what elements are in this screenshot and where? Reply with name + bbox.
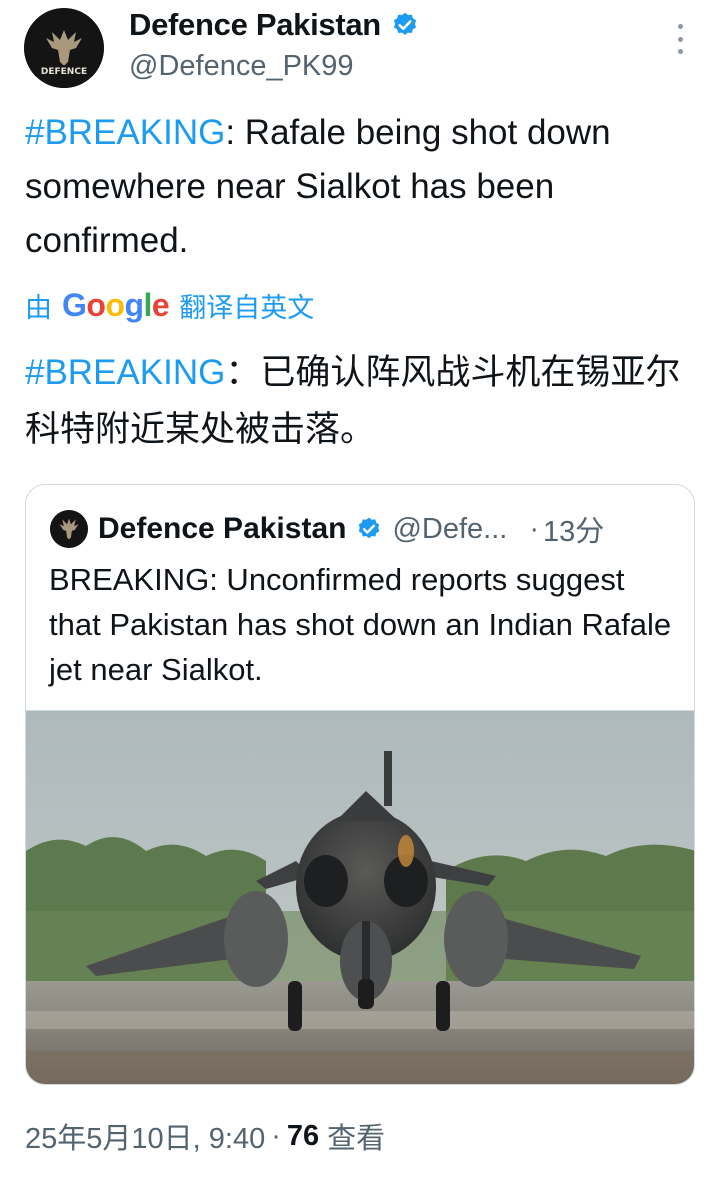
google-logo-icon: Google [62, 286, 170, 323]
more-options-icon[interactable] [672, 24, 688, 54]
translation-attribution[interactable]: 由 Google 翻译自英文 [25, 283, 314, 327]
author-name[interactable]: Defence Pakistan [129, 6, 381, 44]
quoted-author-handle[interactable]: @Defe... [392, 513, 507, 546]
avatar-logo-text: DEFENCE [41, 67, 87, 77]
more-dot [677, 49, 683, 54]
translate-suffix: 翻译自英文 [179, 292, 315, 323]
more-dot [677, 36, 683, 42]
quoted-author-avatar[interactable] [50, 510, 88, 548]
tweet-meta: 25年5月10日, 9:40 · 76 查看 [25, 1114, 385, 1158]
photo-illustration [26, 711, 694, 1084]
tweet: DEFENCE Defence Pakistan @Defence_PK99 #… [0, 0, 720, 1179]
quoted-tweet-header: Defence Pakistan @Defe... · 13分 [50, 509, 674, 549]
quoted-tweet[interactable]: Defence Pakistan @Defe... · 13分 BREAKING… [25, 484, 695, 1085]
translated-text: #BREAKING：已确认阵风战斗机在锡亚尔科特附近某处被击落。 [25, 344, 705, 458]
stag-logo-icon: DEFENCE [24, 8, 104, 88]
translated-hashtag-link[interactable]: #BREAKING [25, 353, 225, 392]
views-label[interactable]: 查看 [327, 1115, 385, 1157]
tweet-text: #BREAKING: Rafale being shot down somewh… [25, 106, 705, 268]
more-dot [677, 24, 683, 29]
stag-logo-icon [50, 510, 88, 548]
author-handle[interactable]: @Defence_PK99 [129, 49, 354, 83]
quoted-tweet-text: BREAKING: Unconfirmed reports suggest th… [49, 562, 672, 687]
meta-separator: · [271, 1119, 281, 1152]
verified-badge-icon [356, 516, 382, 542]
tweet-timestamp[interactable]: 25年5月10日, 9:40 [25, 1115, 265, 1157]
translate-prefix: 由 [25, 292, 52, 323]
fighter-jet-photo[interactable] [26, 710, 694, 1084]
quoted-tweet-time[interactable]: 13分 [543, 508, 604, 550]
author-avatar[interactable]: DEFENCE [24, 8, 104, 88]
views-count[interactable]: 76 [287, 1120, 319, 1153]
verified-badge-icon[interactable] [391, 11, 419, 39]
author-display-name-row[interactable]: Defence Pakistan [129, 6, 419, 44]
hashtag-link[interactable]: #BREAKING [25, 113, 225, 152]
time-separator: · [529, 512, 539, 545]
quoted-author-name[interactable]: Defence Pakistan [98, 512, 346, 546]
